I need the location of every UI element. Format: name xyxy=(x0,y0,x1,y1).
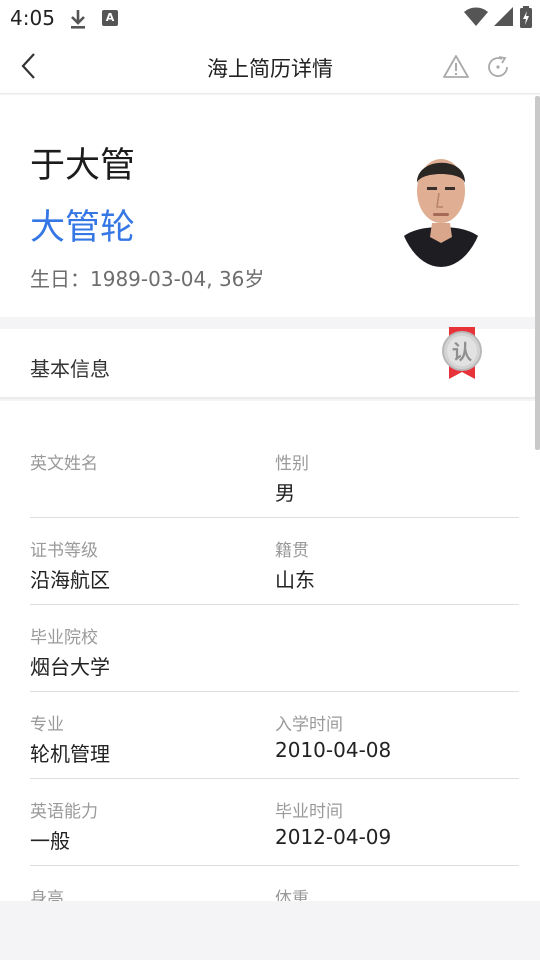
verified-badge-icon: 认 xyxy=(440,325,484,383)
row-divider xyxy=(30,778,519,779)
report-button[interactable] xyxy=(443,54,469,80)
field-label: 英文姓名 xyxy=(30,454,98,474)
candidate-birthday: 生日：1989-03-04, 36岁 xyxy=(30,267,265,291)
field-label: 毕业院校 xyxy=(30,628,98,648)
status-indicators xyxy=(464,6,532,32)
battery-icon xyxy=(520,6,532,32)
wifi-icon xyxy=(464,7,488,31)
row-divider xyxy=(30,604,519,605)
field-label: 入学时间 xyxy=(275,715,343,735)
status-bar: 4:05 A xyxy=(0,0,540,38)
warning-icon xyxy=(443,55,469,78)
status-time: 4:05 xyxy=(10,6,55,30)
row-divider xyxy=(30,691,519,692)
field-label: 身高 xyxy=(30,889,64,901)
field-label: 专业 xyxy=(30,715,64,735)
field-label: 毕业时间 xyxy=(275,802,343,822)
avatar[interactable] xyxy=(396,135,486,267)
scrollbar[interactable] xyxy=(535,96,540,450)
bottom-area xyxy=(0,901,540,960)
info-row: 身高 体重 xyxy=(30,836,519,901)
row-divider xyxy=(30,865,519,866)
field-label: 体重 xyxy=(275,889,309,901)
badge-text: 认 xyxy=(452,340,473,364)
field-label: 英语能力 xyxy=(30,802,98,822)
signal-icon xyxy=(494,7,514,31)
field-label: 证书等级 xyxy=(30,541,98,561)
basic-info-list: 英文姓名 性别男证书等级 沿海航区 籍贯 山东 毕业院校 烟台大学 专业 轮机管理 入学时间 201… xyxy=(0,401,540,901)
download-icon xyxy=(68,8,88,34)
row-divider xyxy=(30,517,519,518)
profile-card: 于大管 大管轮 生日：1989-03-04, 36岁 xyxy=(0,95,540,317)
refresh-icon xyxy=(488,56,508,77)
section-header: 基本信息 认 xyxy=(0,327,540,399)
app-notification-icon: A xyxy=(102,10,118,26)
candidate-position: 大管轮 xyxy=(30,208,136,248)
section-title: 基本信息 xyxy=(30,357,110,381)
refresh-button[interactable] xyxy=(485,54,511,80)
field-label: 籍贯 xyxy=(275,541,309,561)
candidate-name: 于大管 xyxy=(30,146,136,186)
top-nav-bar: 海上简历详情 xyxy=(0,38,540,94)
field-label: 性别 xyxy=(275,454,309,474)
